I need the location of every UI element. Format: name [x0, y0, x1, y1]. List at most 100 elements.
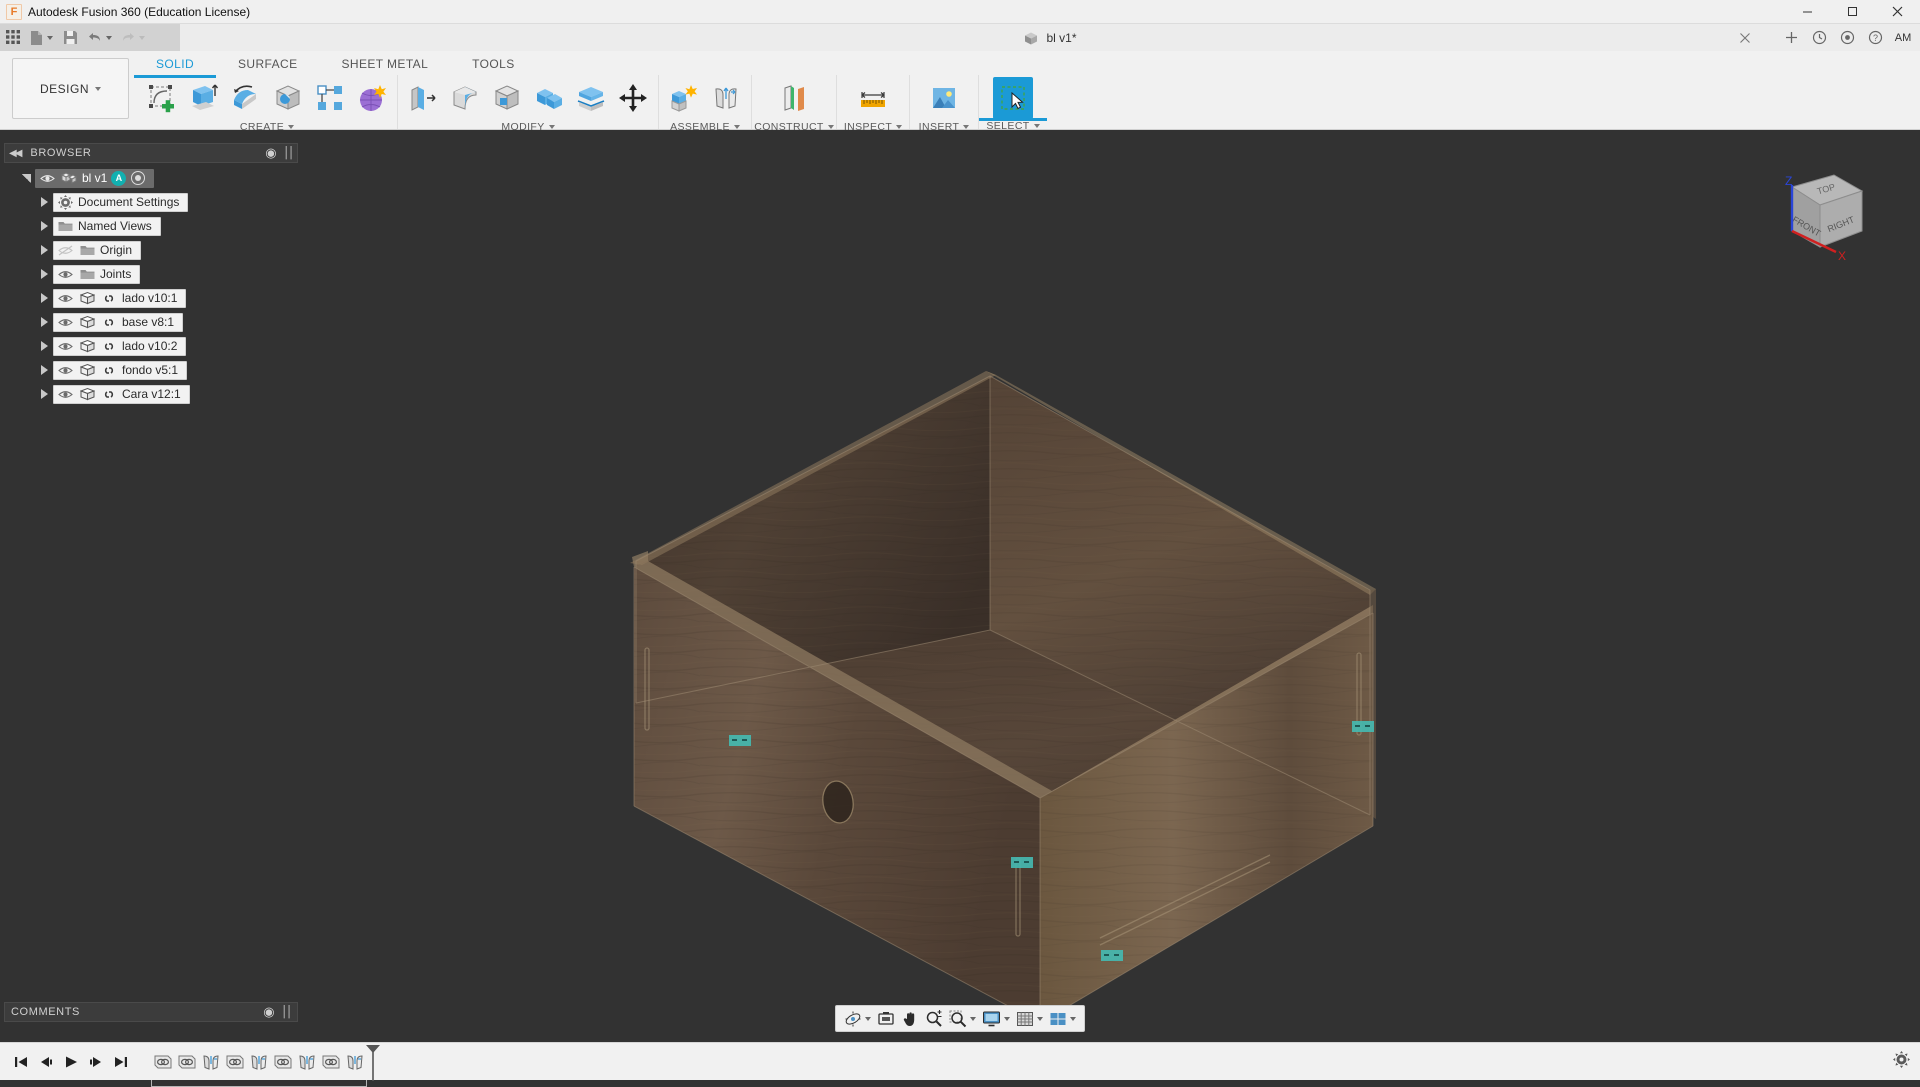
redo-icon[interactable] — [116, 24, 149, 51]
ribbon-tab-solid[interactable]: SOLID — [134, 51, 216, 78]
ribbon-panel-construct-label[interactable]: CONSTRUCT — [752, 121, 836, 137]
ribbon-tab-sheet-metal[interactable]: SHEET METAL — [320, 51, 451, 75]
user-avatar[interactable]: AM — [1890, 28, 1916, 48]
orbit-icon[interactable] — [841, 1006, 874, 1031]
tree-row-cara-v12-1[interactable]: Cara v12:1 — [0, 382, 302, 406]
create-sketch-icon[interactable] — [142, 77, 182, 119]
zoom-window-icon[interactable] — [946, 1006, 979, 1031]
comments-panel[interactable]: COMMENTS ◉ ││ — [4, 1002, 298, 1022]
tree-chip-document-settings[interactable]: Document Settings — [53, 193, 188, 212]
tree-chip-cara-v12-1[interactable]: Cara v12:1 — [53, 385, 190, 404]
press-pull-icon[interactable] — [403, 77, 443, 119]
document-tab-close-button[interactable] — [1732, 26, 1758, 50]
eye-visible-icon[interactable] — [54, 385, 76, 404]
tree-chip-root[interactable]: bl v1 A — [35, 169, 154, 188]
collapse-left-icon[interactable]: ◀◀ — [9, 148, 20, 159]
eye-hidden-icon[interactable] — [54, 241, 76, 260]
tree-row-lado-v10-2[interactable]: lado v10:2 — [0, 334, 302, 358]
ribbon-panel-create-label[interactable]: CREATE — [137, 121, 397, 137]
step-forward-icon[interactable] — [83, 1047, 108, 1077]
timeline-feature-joint-rigid-icon[interactable] — [319, 1050, 343, 1074]
eye-visible-icon[interactable] — [54, 289, 76, 308]
twisty-collapsed-icon[interactable] — [36, 310, 53, 334]
notifications-icon[interactable] — [1834, 26, 1860, 50]
activate-component-radio[interactable] — [131, 171, 145, 185]
appearance-badge[interactable]: A — [111, 171, 126, 186]
move-copy-icon[interactable] — [613, 77, 653, 119]
hole-icon[interactable] — [268, 77, 308, 119]
add-tab-button[interactable] — [1778, 26, 1804, 50]
shell-icon[interactable] — [487, 77, 527, 119]
timeline-feature-joint-icon[interactable] — [199, 1050, 223, 1074]
ribbon-tab-tools[interactable]: TOOLS — [450, 51, 536, 75]
tree-row-bl-v1[interactable]: bl v1 A — [0, 166, 302, 190]
new-component-icon[interactable] — [664, 77, 704, 119]
offset-plane-icon[interactable] — [774, 77, 814, 119]
twisty-collapsed-icon[interactable] — [36, 190, 53, 214]
tree-chip-fondo-v5-1[interactable]: fondo v5:1 — [53, 361, 187, 380]
combine-icon[interactable] — [529, 77, 569, 119]
tree-row-fondo-v5-1[interactable]: fondo v5:1 — [0, 358, 302, 382]
help-icon[interactable]: ? — [1862, 26, 1888, 50]
go-to-beginning-icon[interactable] — [8, 1047, 33, 1077]
eye-visible-icon[interactable] — [54, 265, 76, 284]
tree-row-lado-v10-1[interactable]: lado v10:1 — [0, 286, 302, 310]
twisty-collapsed-icon[interactable] — [36, 382, 53, 406]
tree-row-origin[interactable]: Origin — [0, 238, 302, 262]
new-file-icon[interactable] — [26, 24, 57, 51]
viewports-icon[interactable] — [1046, 1006, 1079, 1031]
timeline-feature-joint-rigid-icon[interactable] — [223, 1050, 247, 1074]
twisty-collapsed-icon[interactable] — [36, 214, 53, 238]
window-minimize-button[interactable] — [1785, 0, 1830, 24]
timeline-marker[interactable] — [365, 1045, 379, 1079]
joint-icon[interactable] — [706, 77, 746, 119]
eye-visible-icon[interactable] — [54, 361, 76, 380]
save-icon[interactable] — [57, 24, 83, 51]
extrude-icon[interactable] — [184, 77, 224, 119]
panel-minimize-icon[interactable]: ◉ — [263, 1004, 275, 1020]
tree-row-base-v8-1[interactable]: base v8:1 — [0, 310, 302, 334]
ribbon-panel-modify-label[interactable]: MODIFY — [398, 121, 658, 137]
split-face-icon[interactable] — [571, 77, 611, 119]
document-tab[interactable]: bl v1* — [180, 31, 1920, 45]
tree-chip-joints[interactable]: Joints — [53, 265, 140, 284]
measure-icon[interactable] — [853, 77, 893, 119]
timeline-feature-joint-rigid-icon[interactable] — [175, 1050, 199, 1074]
panel-grip-icon[interactable]: ││ — [281, 1006, 291, 1018]
insert-image-icon[interactable] — [924, 77, 964, 119]
twisty-expanded-icon[interactable] — [18, 166, 35, 190]
timeline-feature-joint-rigid-icon[interactable] — [271, 1050, 295, 1074]
timeline-settings-gear-icon[interactable] — [1893, 1051, 1910, 1073]
tree-chip-lado-v10-2[interactable]: lado v10:2 — [53, 337, 186, 356]
panel-minimize-icon[interactable]: ◉ — [265, 145, 277, 161]
eye-visible-icon[interactable] — [54, 337, 76, 356]
twisty-collapsed-icon[interactable] — [36, 358, 53, 382]
timeline-feature-joint-icon[interactable] — [247, 1050, 271, 1074]
twisty-collapsed-icon[interactable] — [36, 286, 53, 310]
fillet-icon[interactable] — [445, 77, 485, 119]
tree-chip-base-v8-1[interactable]: base v8:1 — [53, 313, 183, 332]
grid-snaps-icon[interactable] — [1013, 1006, 1046, 1031]
look-at-icon[interactable] — [874, 1006, 898, 1031]
revolve-icon[interactable] — [226, 77, 266, 119]
play-icon[interactable] — [58, 1047, 83, 1077]
display-settings-icon[interactable] — [979, 1006, 1013, 1031]
ribbon-panel-inspect-label[interactable]: INSPECT — [837, 121, 909, 137]
form-create-icon[interactable] — [352, 77, 392, 119]
window-close-button[interactable] — [1875, 0, 1920, 24]
tree-row-named-views[interactable]: Named Views — [0, 214, 302, 238]
ribbon-tab-surface[interactable]: SURFACE — [216, 51, 319, 75]
twisty-collapsed-icon[interactable] — [36, 334, 53, 358]
ribbon-panel-select-label[interactable]: SELECT — [979, 118, 1047, 134]
eye-visible-icon[interactable] — [54, 313, 76, 332]
tree-chip-lado-v10-1[interactable]: lado v10:1 — [53, 289, 186, 308]
apps-grid-icon[interactable] — [0, 24, 26, 51]
zoom-icon[interactable] — [922, 1006, 946, 1031]
select-cursor-icon[interactable] — [993, 77, 1033, 119]
rectangular-pattern-icon[interactable] — [310, 77, 350, 119]
ribbon-panel-insert-label[interactable]: INSERT — [910, 121, 978, 137]
workspace-switcher-button[interactable]: DESIGN — [12, 58, 129, 119]
window-maximize-button[interactable] — [1830, 0, 1875, 24]
undo-icon[interactable] — [83, 24, 116, 51]
pan-icon[interactable] — [898, 1006, 922, 1031]
